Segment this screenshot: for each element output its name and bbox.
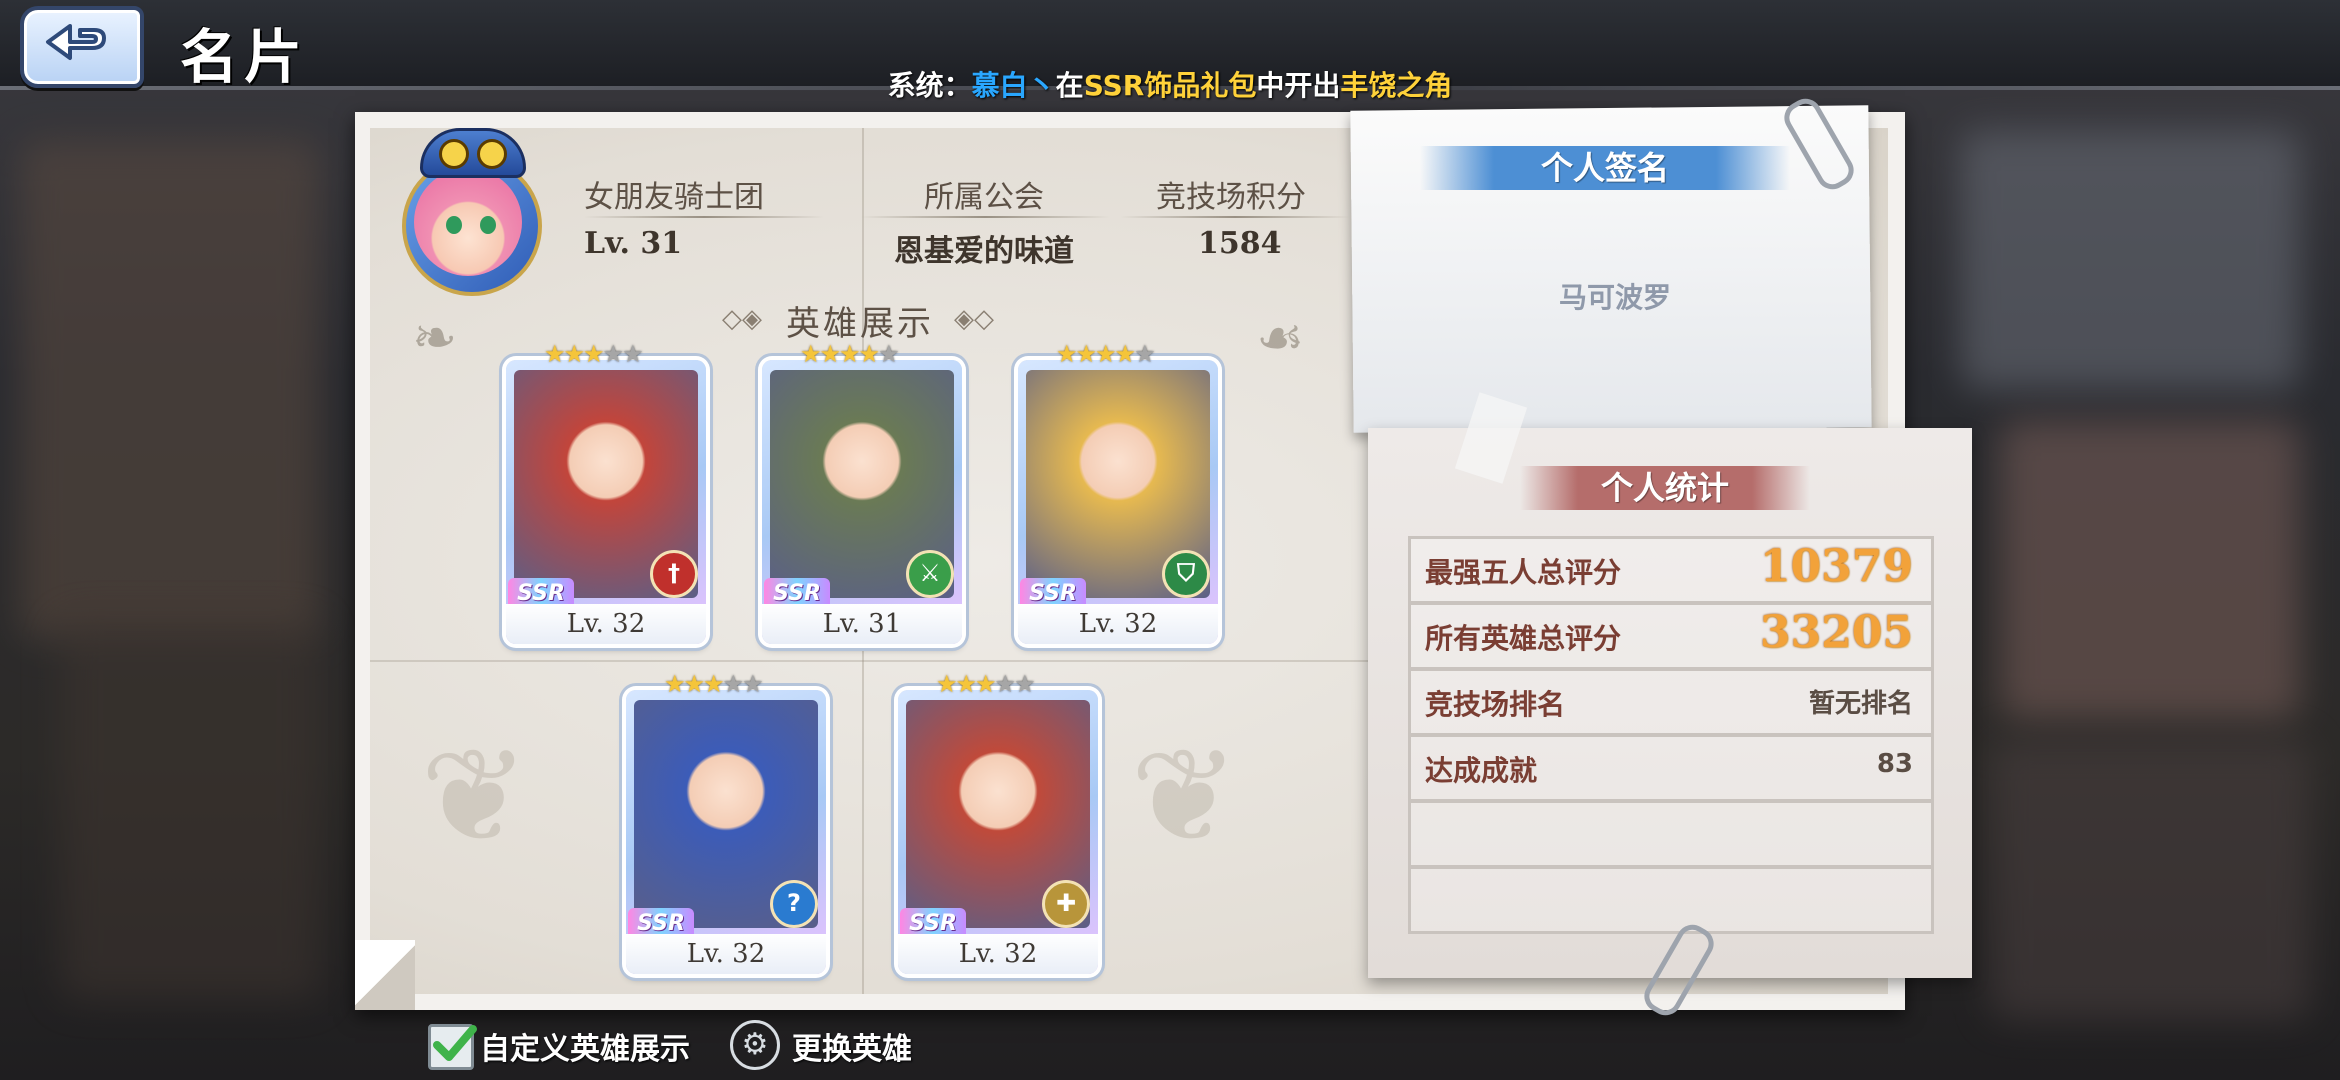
star-filled-icon: ★	[1095, 340, 1116, 368]
back-arrow-icon	[46, 24, 106, 60]
broadcast-text-2: 中开出	[1256, 69, 1341, 102]
broadcast-item: 丰饶之角	[1340, 69, 1453, 102]
player-name: 女朋友骑士团	[584, 180, 764, 215]
paper-fold	[370, 660, 1370, 662]
wing-watermark: ❦	[1130, 720, 1239, 872]
star-filled-icon: ★	[583, 340, 604, 368]
star-filled-icon: ★	[819, 340, 841, 368]
flourish-left-icon: ❧	[412, 306, 458, 369]
guild-name: 恩基爱的味道	[894, 234, 1074, 269]
stats-row-label: 所有英雄总评分	[1425, 622, 1622, 655]
avatar-eye	[480, 216, 496, 234]
signature-title: 个人签名	[1420, 146, 1790, 190]
player-avatar[interactable]	[390, 128, 570, 308]
shield-icon: ⛉	[1162, 550, 1210, 598]
hero-card[interactable]: SSR † Lv. 32	[506, 360, 706, 644]
stats-row-empty	[1408, 800, 1934, 868]
star-filled-icon: ★	[800, 340, 821, 368]
paper-corner-curl	[355, 940, 415, 1010]
hero-card[interactable]: SSR ⛉ Lv. 32	[1018, 360, 1218, 644]
hero-level: Lv. 31	[762, 604, 962, 644]
stats-row-label: 达成成就	[1425, 754, 1538, 787]
hero-level: Lv. 32	[1018, 604, 1218, 644]
hero-card[interactable]: SSR ✚ Lv. 32	[898, 690, 1098, 974]
star-empty-icon: ★	[622, 340, 643, 368]
stats-row: 最强五人总评分 10379	[1408, 536, 1934, 604]
signature-text[interactable]: 马可波罗	[1430, 276, 1800, 316]
star-filled-icon: ★	[1056, 340, 1077, 368]
arena-score-label: 竞技场积分	[1156, 180, 1306, 215]
stats-row-label: 竞技场排名	[1425, 688, 1566, 721]
avatar-portrait	[414, 168, 522, 276]
stats-title: 个人统计	[1520, 466, 1810, 510]
star-empty-icon: ★	[742, 670, 763, 698]
wing-watermark: ❦	[420, 720, 529, 872]
divider	[584, 216, 824, 218]
guild-label: 所属公会	[924, 180, 1044, 215]
owl-crest-icon	[420, 128, 526, 178]
hero-card[interactable]: SSR? Lv. 32	[626, 690, 826, 974]
broadcast-text-1: 在	[1055, 69, 1084, 102]
avatar-eye	[446, 216, 462, 234]
question-icon: ?	[770, 880, 818, 928]
stats-row-value: 83	[1876, 749, 1913, 779]
broadcast-source: SSR饰品礼包	[1083, 69, 1257, 102]
star-rating: ★★★★★	[1056, 340, 1156, 368]
stats-row: 所有英雄总评分 33205	[1408, 602, 1934, 670]
stats-row-empty	[1408, 866, 1934, 934]
gear-icon[interactable]: ⚙	[730, 1020, 780, 1070]
divider	[1120, 216, 1350, 218]
hero-level: Lv. 32	[506, 604, 706, 644]
stats-row: 达成成就 83	[1408, 734, 1934, 802]
crossed-swords-icon: ⚔	[906, 550, 954, 598]
star-filled-icon: ★	[858, 340, 880, 368]
broadcast-player: 慕白丶	[971, 69, 1056, 102]
star-rating: ★★★★★	[800, 340, 900, 368]
stats-row-value: 10379	[1759, 541, 1913, 592]
broadcast-prefix: 系统：	[887, 69, 972, 102]
star-filled-icon: ★	[563, 340, 585, 368]
star-filled-icon: ★	[955, 670, 977, 698]
star-filled-icon: ★	[683, 670, 705, 698]
star-filled-icon: ★	[544, 340, 565, 368]
flourish-right-icon: ☙	[1256, 306, 1305, 369]
star-filled-icon: ★	[1075, 340, 1097, 368]
custom-showcase-checkbox[interactable]	[428, 1024, 477, 1070]
star-filled-icon: ★	[703, 670, 724, 698]
star-filled-icon: ★	[664, 670, 685, 698]
arena-score-value: 1584	[1198, 226, 1282, 261]
stats-row: 竞技场排名 暂无排名	[1408, 668, 1934, 736]
checkmark-icon	[433, 1025, 477, 1061]
sword-icon: †	[650, 550, 698, 598]
stats-row-label: 最强五人总评分	[1425, 556, 1622, 589]
diamond-ornament-icon: ◈◇	[954, 304, 994, 334]
system-broadcast: 系统：慕白丶在SSR饰品礼包中开出丰饶之角	[0, 64, 2340, 104]
stats-row-value: 暂无排名	[1808, 689, 1913, 719]
star-empty-icon: ★	[878, 340, 899, 368]
star-filled-icon: ★	[1114, 340, 1136, 368]
player-level: Lv. 31	[584, 226, 683, 261]
hero-level: Lv. 32	[898, 934, 1098, 974]
custom-showcase-label[interactable]: 自定义英雄展示	[480, 1024, 690, 1068]
change-hero-button[interactable]: 更换英雄	[792, 1024, 912, 1068]
star-empty-icon: ★	[602, 340, 624, 368]
star-rating: ★★★★★	[936, 670, 1036, 698]
divider	[860, 216, 1110, 218]
star-filled-icon: ★	[936, 670, 957, 698]
star-empty-icon: ★	[994, 670, 1016, 698]
hero-level: Lv. 32	[626, 934, 826, 974]
star-rating: ★★★★★	[664, 670, 764, 698]
star-filled-icon: ★	[975, 670, 996, 698]
star-empty-icon: ★	[1014, 670, 1035, 698]
star-empty-icon: ★	[1134, 340, 1155, 368]
star-empty-icon: ★	[722, 670, 744, 698]
cross-icon: ✚	[1042, 880, 1090, 928]
star-rating: ★★★★★	[544, 340, 644, 368]
star-filled-icon: ★	[839, 340, 860, 368]
hero-card[interactable]: SSR ⚔ Lv. 31	[762, 360, 962, 644]
stats-row-value: 33205	[1759, 607, 1913, 658]
